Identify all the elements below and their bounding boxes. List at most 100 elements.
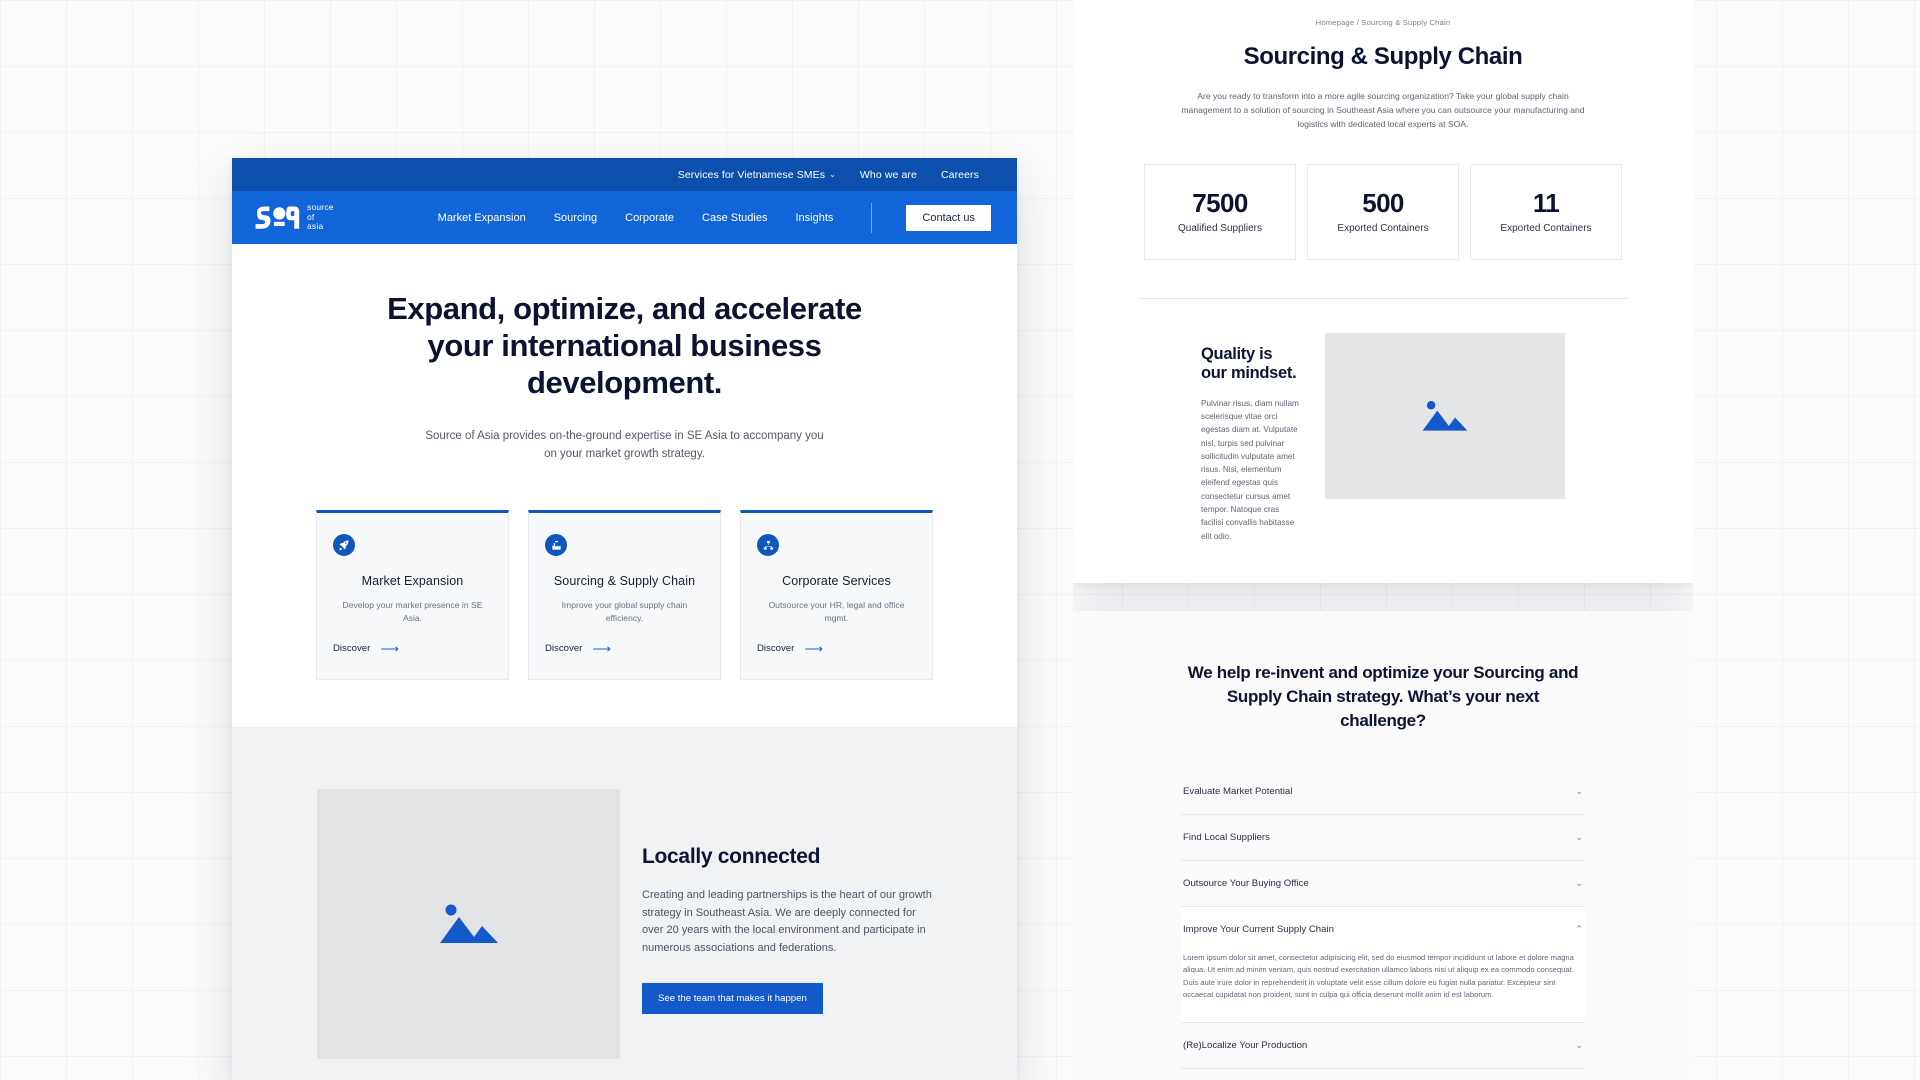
- discover-label: Discover: [333, 643, 371, 654]
- service-card-title: Market Expansion: [361, 574, 464, 588]
- service-card-corporate-services[interactable]: Corporate Services Outsource your HR, le…: [740, 510, 933, 680]
- quality-section: Quality is our mindset. Pulvinar risus, …: [1135, 332, 1631, 543]
- nav-link-market-expansion[interactable]: Market Expansion: [438, 212, 526, 224]
- section-divider: [1138, 297, 1628, 299]
- topbar-link-services[interactable]: Services for Vietnamese SMEs ⌄: [678, 169, 836, 181]
- accordion-item-build-your-local-buying-team[interactable]: Build Your Local Buying Team ⌄: [1181, 1069, 1585, 1080]
- accordion-item-relocalize-your-production[interactable]: (Re)Localize Your Production ⌄: [1181, 1023, 1585, 1069]
- stat-card: 11 Exported Containers: [1470, 163, 1622, 260]
- factory-glyph: [551, 540, 561, 550]
- service-card-description: Improve your global supply chain efficie…: [561, 600, 688, 623]
- discover-link[interactable]: Discover ⟶: [333, 642, 492, 655]
- see-the-team-button[interactable]: See the team that makes it happen: [642, 983, 823, 1014]
- quality-body: Pulvinar risus, diam nullam scelerisque …: [1201, 398, 1299, 541]
- soa-logo-icon: [255, 206, 300, 229]
- org-chart-glyph: [763, 540, 773, 550]
- accordion-header[interactable]: (Re)Localize Your Production ⌄: [1181, 1023, 1585, 1068]
- arrow-right-icon: ⟶: [804, 641, 823, 656]
- accordion-item-improve-your-current-supply-chain[interactable]: Improve Your Current Supply Chain ⌃ Lore…: [1181, 906, 1585, 1023]
- stat-label: Exported Containers: [1500, 222, 1592, 234]
- stat-number: 500: [1362, 187, 1404, 218]
- service-card-title: Sourcing & Supply Chain: [553, 574, 696, 588]
- logo-word-asia: asia: [307, 221, 324, 232]
- accordion-header[interactable]: Find Local Suppliers ⌄: [1181, 815, 1585, 860]
- stat-card: 7500 Qualified Suppliers: [1144, 163, 1296, 260]
- chevron-down-icon: ⌄: [1575, 1039, 1583, 1050]
- accordion-title: (Re)Localize Your Production: [1183, 1039, 1308, 1051]
- hero-section: Expand, optimize, and accelerate your in…: [232, 244, 1017, 680]
- locally-connected-section: Locally connected Creating and leading p…: [232, 727, 1017, 1080]
- discover-link[interactable]: Discover ⟶: [545, 642, 704, 655]
- accordion-title: Evaluate Market Potential: [1183, 785, 1293, 797]
- nav-link-case-studies[interactable]: Case Studies: [702, 212, 767, 224]
- logo-wordmark: source of asia: [307, 202, 334, 232]
- nav-link-corporate[interactable]: Corporate: [625, 212, 674, 224]
- chevron-up-icon: ⌃: [1575, 923, 1583, 934]
- challenges-accordion-section: We help re-invent and optimize your Sour…: [1073, 610, 1693, 1080]
- accordion-title: Improve Your Current Supply Chain: [1183, 923, 1334, 935]
- factory-icon: [545, 534, 567, 556]
- accordion-heading: We help re-invent and optimize your Sour…: [1187, 662, 1579, 730]
- stat-number: 7500: [1192, 187, 1248, 218]
- locally-connected-body: Creating and leading partnerships is the…: [642, 889, 932, 954]
- nav-divider: [871, 202, 873, 233]
- accordion-list: Evaluate Market Potential ⌄ Find Local S…: [1181, 769, 1585, 1080]
- utility-topbar: Services for Vietnamese SMEs ⌄ Who we ar…: [232, 158, 1017, 191]
- service-card-title: Corporate Services: [782, 574, 891, 588]
- main-navigation: source of asia Market Expansion Sourcing…: [232, 191, 1017, 244]
- accordion-header[interactable]: Improve Your Current Supply Chain ⌃: [1181, 907, 1585, 952]
- accordion-header[interactable]: Outsource Your Buying Office ⌄: [1181, 861, 1585, 906]
- rocket-glyph: [339, 540, 349, 551]
- contact-us-button[interactable]: Contact us: [906, 204, 991, 231]
- stat-card: 500 Exported Containers: [1307, 163, 1459, 260]
- hero-subheading: Source of Asia provides on-the-ground ex…: [425, 430, 824, 460]
- service-card-description: Develop your market presence in SE Asia.: [342, 600, 483, 623]
- discover-label: Discover: [545, 643, 583, 654]
- service-card-market-expansion[interactable]: Market Expansion Develop your market pre…: [316, 510, 509, 680]
- accordion-item-find-local-suppliers[interactable]: Find Local Suppliers ⌄: [1181, 815, 1585, 861]
- accordion-title: Find Local Suppliers: [1183, 831, 1270, 843]
- breadcrumb[interactable]: Homepage / Sourcing & Supply Chain: [1135, 18, 1631, 27]
- topbar-link-who-we-are[interactable]: Who we are: [860, 169, 917, 181]
- chevron-down-icon: ⌄: [829, 169, 836, 179]
- service-card-description: Outsource your HR, legal and office mgmt…: [768, 600, 905, 623]
- discover-label: Discover: [757, 643, 795, 654]
- sourcing-page-top: Homepage / Sourcing & Supply Chain Sourc…: [1073, 0, 1693, 583]
- accordion-header[interactable]: Build Your Local Buying Team ⌄: [1181, 1069, 1585, 1080]
- chevron-down-icon: ⌄: [1575, 785, 1583, 796]
- service-cards: Market Expansion Develop your market pre…: [232, 510, 1017, 680]
- mountain-icon: [1422, 400, 1468, 431]
- mountain-image-placeholder: [317, 789, 620, 1059]
- site-logo[interactable]: source of asia: [254, 202, 334, 232]
- arrow-right-icon: ⟶: [380, 641, 399, 656]
- arrow-right-icon: ⟶: [592, 641, 611, 656]
- nav-link-insights[interactable]: Insights: [795, 212, 833, 224]
- accordion-title: Outsource Your Buying Office: [1183, 877, 1309, 889]
- topbar-link-careers[interactable]: Careers: [941, 169, 979, 181]
- accordion-item-evaluate-market-potential[interactable]: Evaluate Market Potential ⌄: [1181, 769, 1585, 815]
- chevron-down-icon: ⌄: [1575, 831, 1583, 842]
- accordion-item-outsource-your-buying-office[interactable]: Outsource Your Buying Office ⌄: [1181, 861, 1585, 907]
- accordion-body: Lorem ipsum dolor sit amet, consectetur …: [1183, 952, 1574, 1000]
- stat-label: Qualified Suppliers: [1178, 222, 1262, 234]
- left-browser-window: Services for Vietnamese SMEs ⌄ Who we ar…: [232, 158, 1017, 1080]
- rocket-icon: [333, 534, 355, 556]
- mountain-icon: [439, 904, 498, 943]
- nav-links: Market Expansion Sourcing Corporate Case…: [438, 202, 991, 233]
- discover-link[interactable]: Discover ⟶: [757, 642, 916, 655]
- right-browser-window: Homepage / Sourcing & Supply Chain Sourc…: [1073, 0, 1693, 1080]
- stats-row: 7500 Qualified Suppliers 500 Exported Co…: [1135, 163, 1631, 260]
- stat-label: Exported Containers: [1337, 222, 1429, 234]
- service-card-sourcing-supply-chain[interactable]: Sourcing & Supply Chain Improve your glo…: [528, 510, 721, 680]
- nav-link-sourcing[interactable]: Sourcing: [554, 212, 597, 224]
- page-intro: Are you ready to transform into a more a…: [1181, 91, 1585, 130]
- locally-connected-heading: Locally connected: [642, 845, 821, 868]
- quality-heading: Quality is our mindset.: [1201, 344, 1297, 382]
- accordion-header[interactable]: Evaluate Market Potential ⌄: [1181, 769, 1585, 814]
- page-title: Sourcing & Supply Chain: [1243, 43, 1523, 70]
- stat-number: 11: [1532, 187, 1560, 218]
- chevron-down-icon: ⌄: [1575, 877, 1583, 888]
- hero-heading: Expand, optimize, and accelerate your in…: [387, 291, 862, 400]
- mountain-image-placeholder: [1325, 332, 1565, 499]
- org-chart-icon: [757, 534, 779, 556]
